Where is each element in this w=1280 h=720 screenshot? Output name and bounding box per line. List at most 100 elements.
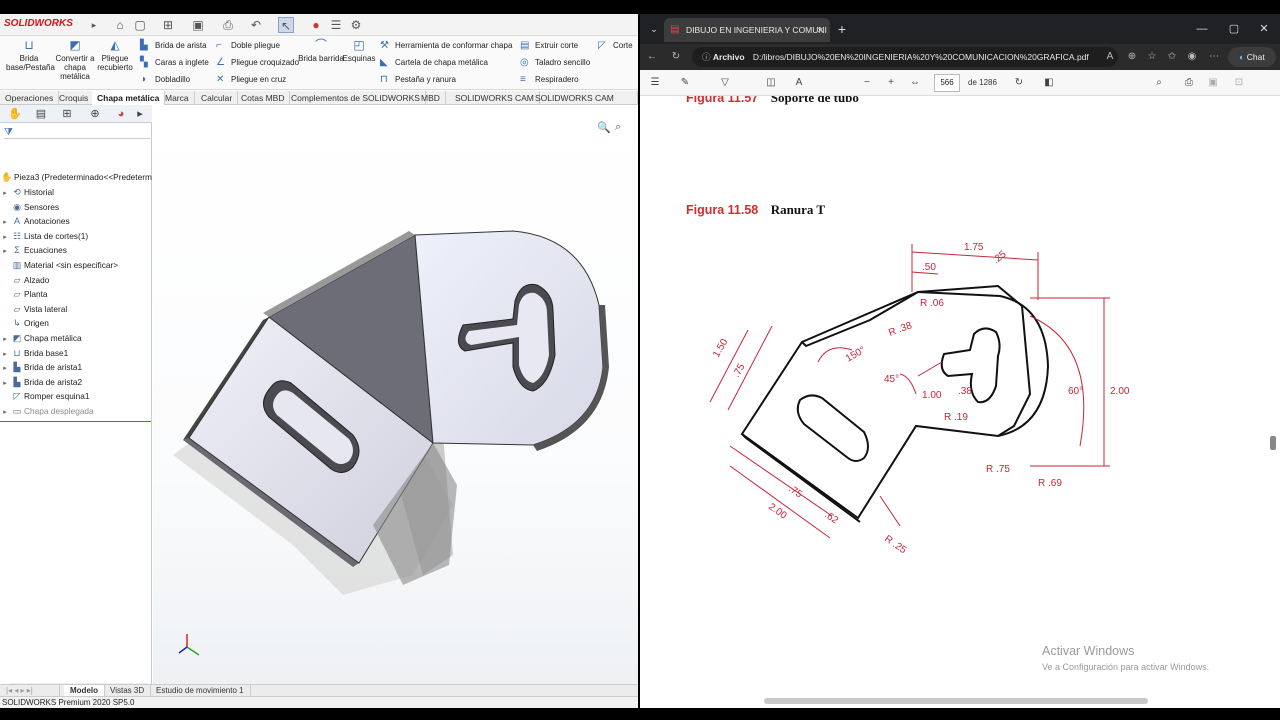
filter-icon[interactable]: ⧩ <box>4 127 150 139</box>
expand-arrow-icon[interactable]: ▸ <box>0 377 10 390</box>
zoom-icon[interactable]: ⊕ <box>1124 49 1140 65</box>
expand-arrow-icon[interactable]: ▸ <box>0 333 10 346</box>
zoom-in-icon[interactable]: + <box>884 75 898 91</box>
tree-item[interactable]: ▸ Σ Ecuaciones <box>0 243 152 258</box>
corners-button[interactable]: ◰ Esquinas <box>336 38 382 63</box>
menu-expand-icon[interactable]: ▸ <box>86 17 102 33</box>
expand-arrow-icon[interactable]: ▸ <box>0 406 10 419</box>
expand-arrow-icon[interactable]: ▸ <box>0 245 10 258</box>
tab-chapa-metalica[interactable]: Chapa metálica <box>92 91 166 105</box>
display-manager-icon[interactable]: ◕ <box>112 107 130 121</box>
forming-tool-button[interactable]: ⚒ Herramienta de conformar chapa <box>380 38 512 53</box>
tree-item[interactable]: ▸ ☷ Lista de cortes(1) <box>0 229 152 244</box>
more-options-icon[interactable]: ⋯ <box>1206 49 1222 65</box>
page-view-icon[interactable]: ◧ <box>1042 75 1056 91</box>
tree-item[interactable]: ▸ A Anotaciones <box>0 214 152 229</box>
hem-button[interactable]: ◑ Dobladillo <box>140 72 190 87</box>
expand-arrow-icon[interactable]: ▸ <box>0 216 10 229</box>
rotate-icon[interactable]: ↻ <box>1012 75 1026 91</box>
corner-cut-button[interactable]: ◸ Corte <box>598 38 633 53</box>
expand-arrow-icon[interactable]: ▸ <box>0 231 10 244</box>
tab-solidworks-cam-tbm[interactable]: SOLIDWORKS CAM TBM <box>530 91 638 117</box>
back-icon[interactable]: ← <box>644 49 660 65</box>
tab-and-slot-button[interactable]: ⊓ Pestaña y ranura <box>380 72 456 87</box>
tab-croquis[interactable]: Croquis <box>54 91 95 105</box>
miter-flange-button[interactable]: ▚ Caras a inglete <box>140 55 209 70</box>
maximize-icon[interactable]: ▢ <box>1224 20 1244 38</box>
graphics-viewport[interactable]: 🔍 ⌕ <box>153 105 638 690</box>
undo-icon[interactable]: ↶ <box>248 17 264 33</box>
expand-arrow-icon[interactable]: ▸ <box>0 187 10 200</box>
new-document-icon[interactable]: ▢ <box>132 17 148 33</box>
dimxpert-icon[interactable]: ⊕ <box>86 107 104 121</box>
tree-item[interactable]: ◸ Romper esquina1 <box>0 389 152 404</box>
tree-item[interactable]: ▸ ▭ Chapa desplegada <box>0 404 152 419</box>
profile-icon[interactable]: ◉ <box>1184 49 1200 65</box>
featuremanager-tree-icon[interactable]: ✋ <box>6 107 24 121</box>
minimize-icon[interactable]: — <box>1192 20 1212 38</box>
simple-hole-button[interactable]: ◎ Taladro sencillo <box>520 55 590 70</box>
vent-button[interactable]: ≡ Respiradero <box>520 72 579 87</box>
tree-item[interactable]: ▸ ⊔ Brida base1 <box>0 346 152 361</box>
favorite-star-icon[interactable]: ☆ <box>1144 49 1160 65</box>
tree-item[interactable]: ▥ Material <sin especificar> <box>0 258 152 273</box>
print-icon[interactable]: ⎙ <box>220 17 236 33</box>
new-tab-icon[interactable]: + <box>832 20 852 38</box>
options-gear-icon[interactable]: ⚙ <box>348 17 364 33</box>
tab-complementos[interactable]: Complementos de SOLIDWORKS <box>286 91 426 105</box>
tree-item[interactable]: ◉ Sensores <box>0 200 152 215</box>
property-manager-icon[interactable]: ▤ <box>32 107 50 121</box>
tree-item[interactable]: ▱ Alzado <box>0 273 152 288</box>
highlight-icon[interactable]: ▽ <box>718 75 732 91</box>
jog-button[interactable]: ⌐ Doble pliegue <box>216 38 280 53</box>
tree-item[interactable]: ▸ ⟲ Historial <box>0 185 152 200</box>
print-icon[interactable]: ⎙ <box>1182 75 1196 91</box>
tree-item[interactable]: ▸ ▙ Brida de arista2 <box>0 375 152 390</box>
draw-icon[interactable]: ✎ <box>678 75 692 91</box>
fit-page-icon[interactable]: ⇔ <box>908 75 922 91</box>
tab-actions-icon[interactable]: ⌄ <box>644 20 664 38</box>
tree-item[interactable]: ↳ Origen <box>0 316 152 331</box>
save-icon[interactable]: ▣ <box>1206 75 1220 91</box>
contents-icon[interactable]: ☰ <box>648 75 662 91</box>
close-window-icon[interactable]: ✕ <box>1254 20 1274 38</box>
text-icon[interactable]: A <box>792 75 806 91</box>
zoom-out-icon[interactable]: − <box>860 75 874 91</box>
cross-break-button[interactable]: ✕ Pliegue en cruz <box>216 72 286 87</box>
horizontal-scrollbar-thumb[interactable] <box>764 698 1148 704</box>
rollback-bar[interactable] <box>0 421 151 422</box>
solidworks-logo[interactable]: SOLIDWORKS <box>4 18 73 29</box>
page-number-input[interactable]: 566 <box>934 74 960 92</box>
expand-arrow-icon[interactable]: ▸ <box>0 362 10 375</box>
tab-operaciones[interactable]: Operaciones <box>0 91 60 105</box>
tree-item[interactable]: ▱ Planta <box>0 287 152 302</box>
open-icon[interactable]: ⊞ <box>160 17 176 33</box>
tab-calcular[interactable]: Calcular <box>196 91 239 105</box>
rebuild-icon[interactable]: ● <box>308 17 324 33</box>
sidebar-view-icon[interactable]: ◫ <box>764 75 778 91</box>
tab-solidworks-cam[interactable]: SOLIDWORKS CAM <box>450 91 540 105</box>
copilot-chat-button[interactable]: ◐ Chat <box>1228 47 1276 67</box>
sheetmetal-gusset-button[interactable]: ◣ Cartela de chapa metálica <box>380 55 488 70</box>
refresh-icon[interactable]: ↻ <box>668 49 684 65</box>
tree-item[interactable]: ▸ ◩ Chapa metálica <box>0 331 152 346</box>
file-properties-icon[interactable]: ☰ <box>328 17 344 33</box>
save-as-icon[interactable]: ⊡ <box>1232 75 1246 91</box>
extruded-cut-button[interactable]: ▤ Extruir corte <box>520 38 578 53</box>
select-pointer-icon[interactable]: ↖ <box>278 17 294 33</box>
save-icon[interactable]: ▣ <box>190 17 206 33</box>
tab-marca[interactable]: Marca <box>160 91 195 105</box>
tree-item[interactable]: ▸ ▙ Brida de arista1 <box>0 360 152 375</box>
lofted-bend-button[interactable]: ◭ Pliegue recubierto <box>92 38 138 72</box>
expand-arrow-icon[interactable]: ▸ <box>0 348 10 361</box>
address-bar[interactable]: ⓘ Archivo D:/libros/DIBUJO%20EN%20INGENI… <box>692 47 1118 67</box>
favorites-icon[interactable]: ✩ <box>1164 49 1180 65</box>
tree-root[interactable]: ✋Pieza3 (Predeterminado<<Predeterm <box>0 170 152 185</box>
read-aloud-icon[interactable]: A <box>1102 49 1118 65</box>
part-3d-model[interactable] <box>153 105 638 690</box>
base-flange-button[interactable]: ⊔ Brida base/Pestaña <box>6 38 55 72</box>
close-tab-icon[interactable]: ✕ <box>817 18 824 42</box>
tab-mbd[interactable]: MBD <box>416 91 446 105</box>
vertical-scrollbar-thumb[interactable] <box>1270 436 1276 450</box>
more-tabs-icon[interactable]: ▸ <box>134 107 146 121</box>
